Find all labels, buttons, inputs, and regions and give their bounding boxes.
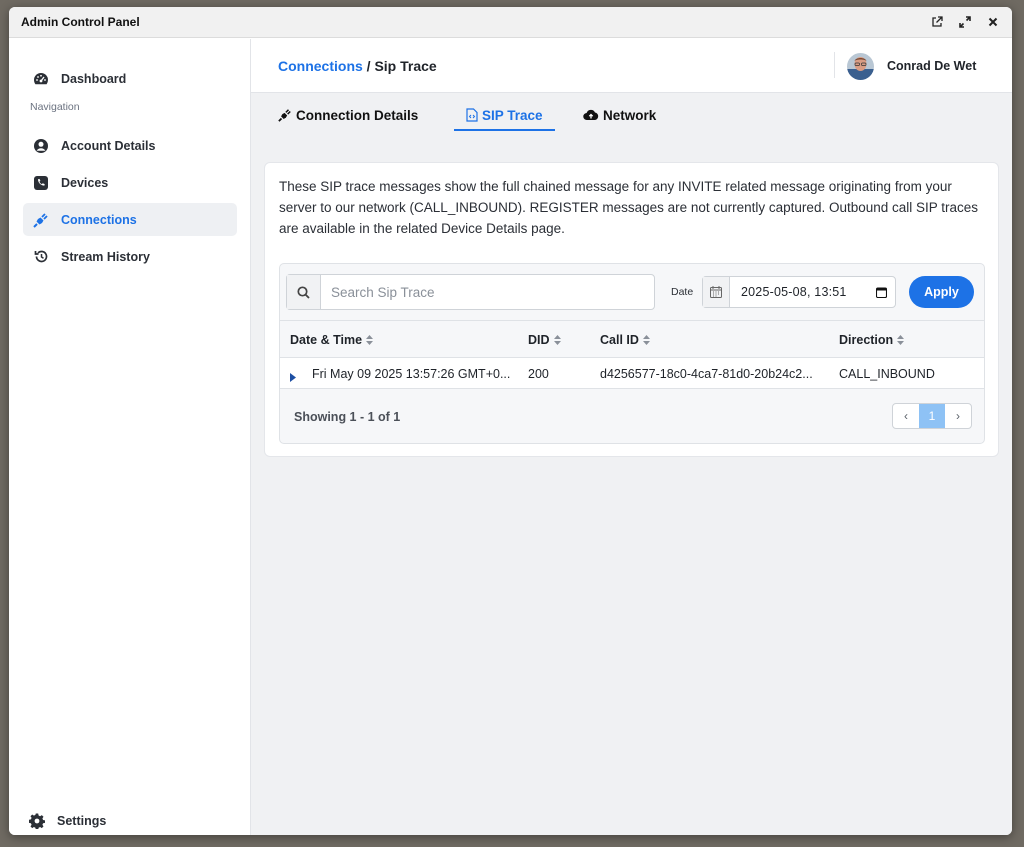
app-window: Admin Control Panel Dashboard Navigation: [9, 7, 1012, 835]
sort-icon: [897, 335, 905, 345]
sidebar: Dashboard Navigation Account Details Dev…: [9, 39, 251, 835]
sidebar-item-account-details[interactable]: Account Details: [23, 129, 237, 162]
sidebar-item-stream-history[interactable]: Stream History: [23, 240, 237, 273]
sort-icon: [553, 335, 561, 345]
breadcrumb-separator: /: [362, 57, 375, 74]
sidebar-item-label: Dashboard: [61, 71, 127, 86]
cell-direction: CALL_INBOUND: [839, 366, 935, 381]
tab-connection-details[interactable]: Connection Details: [278, 93, 418, 137]
cell-did: 200: [528, 366, 549, 381]
column-header-call-id[interactable]: Call ID: [600, 321, 650, 359]
file-code-icon: [466, 108, 478, 122]
history-icon: [33, 249, 49, 265]
title-bar: Admin Control Panel: [9, 7, 1012, 38]
sidebar-item-connections[interactable]: Connections: [23, 203, 237, 236]
sidebar-item-label: Devices: [61, 175, 109, 190]
breadcrumb-link-connections[interactable]: Connections: [278, 58, 363, 74]
pagination-summary: Showing 1 - 1 of 1: [294, 410, 401, 424]
gauge-icon: [33, 71, 49, 87]
plug-icon: [278, 108, 292, 122]
tab-label: Network: [603, 107, 657, 123]
breadcrumb-current: Sip Trace: [374, 57, 437, 74]
close-icon[interactable]: [986, 15, 1000, 29]
plug-icon: [33, 212, 49, 228]
sort-icon: [642, 335, 650, 345]
cloud-upload-icon: [583, 109, 599, 121]
expand-row-icon[interactable]: [290, 369, 296, 387]
user-name: Conrad De Wet: [887, 59, 977, 73]
main-content: Connections / Sip Trace Conrad De Wet Co…: [251, 39, 1012, 835]
page-button-current[interactable]: 1: [919, 404, 945, 428]
search-icon: [287, 275, 321, 309]
column-header-datetime[interactable]: Date & Time: [290, 321, 374, 359]
sort-icon: [366, 335, 374, 345]
prev-page-button[interactable]: ‹: [893, 404, 919, 428]
sidebar-item-dashboard[interactable]: Dashboard: [23, 62, 237, 95]
cell-call-id: d4256577-18c0-4ca7-81d0-20b24c2...: [600, 366, 813, 381]
date-label: Date: [671, 286, 694, 298]
nav-section-label: Navigation: [30, 101, 80, 113]
apply-button[interactable]: Apply: [909, 276, 974, 308]
sip-trace-card: These SIP trace messages show the full c…: [264, 162, 999, 457]
sidebar-item-label: Connections: [61, 212, 137, 227]
next-page-button[interactable]: ›: [945, 404, 971, 428]
gear-icon: [29, 813, 45, 829]
sip-trace-table-panel: Search Sip Trace Date 2025-05-08, 13:51 …: [279, 263, 985, 444]
date-picker[interactable]: 2025-05-08, 13:51: [702, 276, 896, 308]
table-header: Date & Time DID Call ID Direction: [280, 320, 984, 358]
tab-sip-trace[interactable]: SIP Trace: [454, 93, 555, 137]
external-link-icon[interactable]: [930, 15, 944, 29]
top-bar: Connections / Sip Trace Conrad De Wet: [251, 39, 1012, 93]
calendar-icon[interactable]: [867, 277, 895, 307]
user-circle-icon: [33, 138, 49, 154]
tab-bar: Connection Details SIP Trace Network: [251, 93, 1012, 137]
description-text: These SIP trace messages show the full c…: [279, 179, 979, 236]
search-input[interactable]: Search Sip Trace: [321, 275, 654, 309]
breadcrumb: Connections / Sip Trace: [278, 58, 437, 74]
sidebar-item-label: Account Details: [61, 138, 156, 153]
phone-icon: [33, 175, 49, 191]
tab-label: Connection Details: [296, 107, 419, 123]
column-header-direction[interactable]: Direction: [839, 321, 905, 359]
user-menu[interactable]: Conrad De Wet: [834, 39, 1012, 93]
sidebar-item-label: Stream History: [61, 249, 150, 264]
tab-network[interactable]: Network: [583, 93, 656, 137]
calendar-grid-icon: [703, 277, 730, 307]
tab-label: SIP Trace: [482, 107, 543, 123]
sidebar-item-devices[interactable]: Devices: [23, 166, 237, 199]
expand-icon[interactable]: [958, 15, 972, 29]
avatar: [847, 52, 874, 80]
date-value[interactable]: 2025-05-08, 13:51: [730, 277, 867, 307]
cell-datetime: Fri May 09 2025 13:57:26 GMT+0...: [312, 366, 511, 381]
window-title: Admin Control Panel: [21, 15, 140, 29]
pagination: ‹ 1 ›: [892, 403, 972, 429]
table-row[interactable]: Fri May 09 2025 13:57:26 GMT+0... 200 d4…: [280, 358, 984, 389]
search-box[interactable]: Search Sip Trace: [286, 274, 655, 310]
settings-button[interactable]: Settings: [19, 804, 233, 835]
settings-label: Settings: [57, 813, 107, 828]
column-header-did[interactable]: DID: [528, 321, 561, 359]
